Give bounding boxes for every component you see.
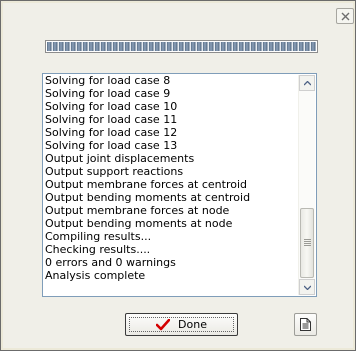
- log-line: Output membrane forces at centroid: [45, 178, 248, 191]
- log-line: Solving for load case 11: [45, 113, 178, 126]
- scroll-up-button[interactable]: [299, 75, 315, 91]
- scroll-down-button[interactable]: [299, 279, 315, 295]
- chevron-down-icon: [304, 285, 311, 290]
- progress-fill: [47, 42, 316, 51]
- log-line: Compiling results...: [45, 230, 152, 243]
- log-line: 0 errors and 0 warnings: [45, 256, 176, 269]
- report-button[interactable]: [294, 313, 317, 336]
- scrollbar-grip: [304, 239, 311, 247]
- log-line: Solving for load case 12: [45, 126, 178, 139]
- log-line: Output membrane forces at node: [45, 204, 230, 217]
- done-button[interactable]: Done: [125, 313, 238, 336]
- log-line: Output bending moments at centroid: [45, 191, 251, 204]
- log-line: Output support reactions: [45, 165, 184, 178]
- log-line: Checking results....: [45, 243, 151, 256]
- chevron-up-icon: [304, 81, 311, 86]
- log-line: Analysis complete: [45, 269, 146, 282]
- log-line: Solving for load case 9: [45, 87, 171, 100]
- focus-ring: [129, 317, 234, 332]
- scrollbar-thumb[interactable]: [300, 208, 314, 278]
- vertical-scrollbar[interactable]: [298, 75, 315, 295]
- log-line: Solving for load case 13: [45, 139, 178, 152]
- log-line: Output joint displacements: [45, 152, 195, 165]
- analysis-dialog: Solving for load case 8 Solving for load …: [0, 0, 356, 351]
- document-icon: [300, 318, 311, 331]
- log-line: Solving for load case 8: [45, 74, 171, 87]
- log-line: Solving for load case 10: [45, 100, 178, 113]
- close-icon: [341, 12, 350, 21]
- progress-bar: [45, 40, 318, 53]
- analysis-log: Solving for load case 8 Solving for load …: [42, 73, 317, 297]
- dialog-client-area: Solving for load case 8 Solving for load …: [3, 3, 354, 348]
- log-lines: Solving for load case 8 Solving for load …: [45, 74, 297, 282]
- log-line: Output bending moments at node: [45, 217, 233, 230]
- close-button[interactable]: [336, 8, 354, 24]
